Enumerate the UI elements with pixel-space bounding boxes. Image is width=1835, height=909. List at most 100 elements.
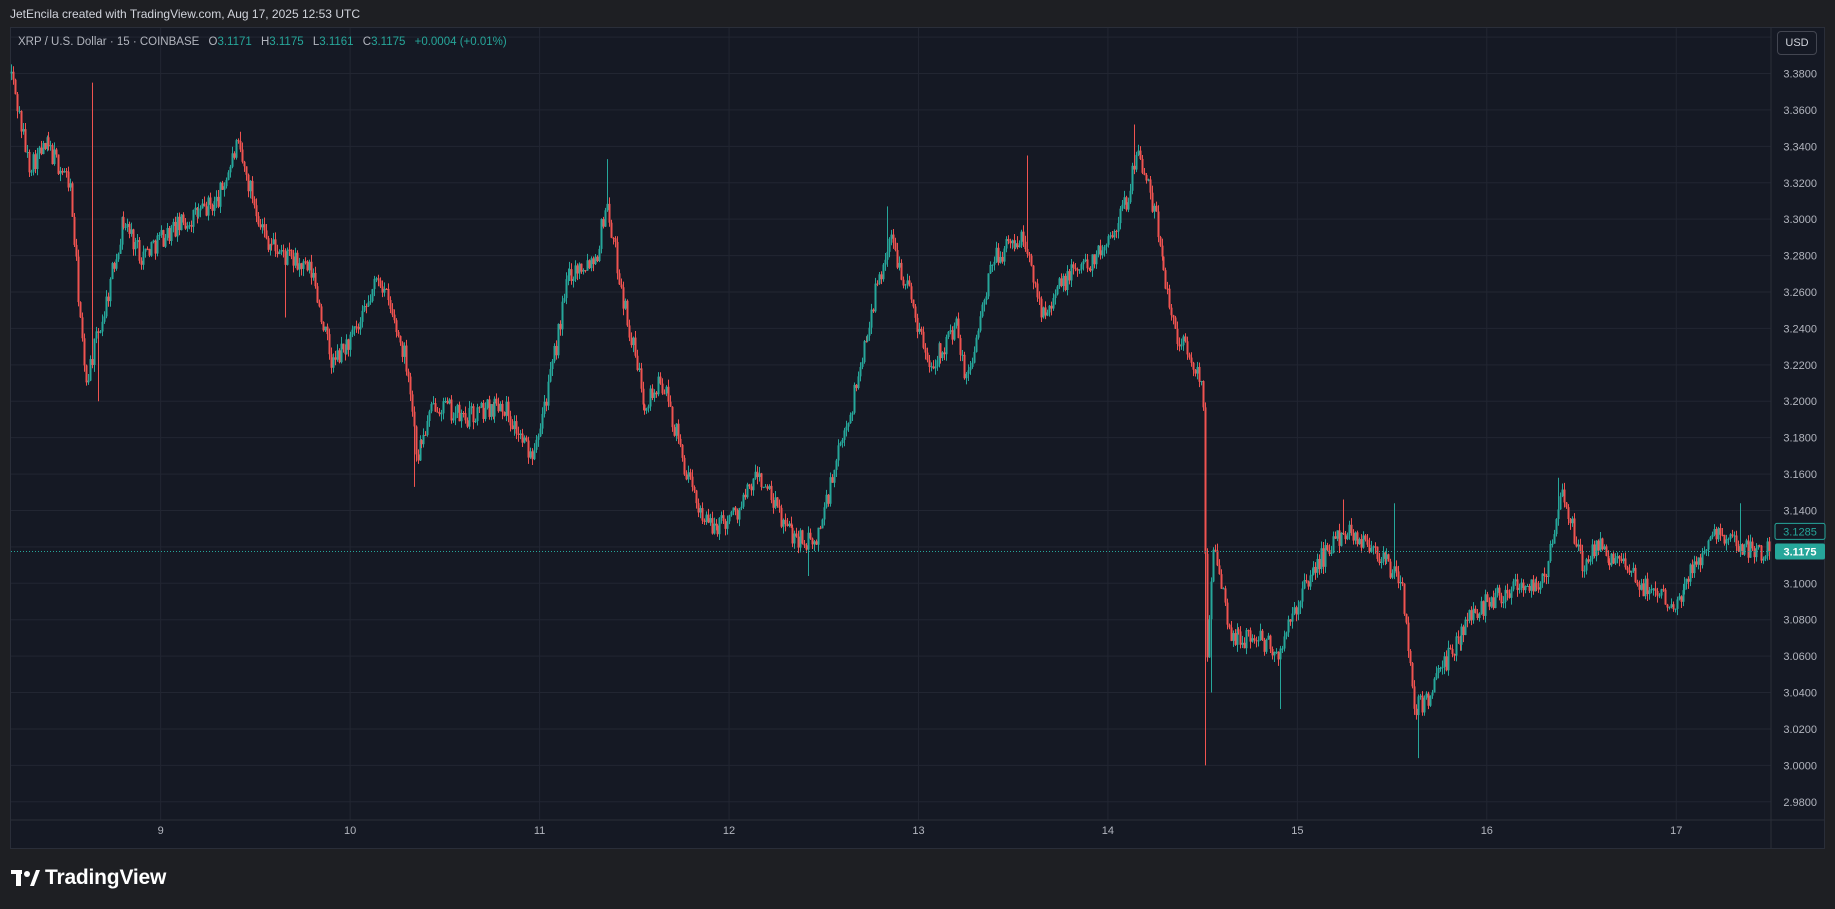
candle-body <box>237 140 240 142</box>
candle-body <box>1480 601 1483 614</box>
x-tick-label: 16 <box>1481 825 1493 837</box>
candle-body <box>178 216 181 231</box>
candle-body <box>1048 305 1051 313</box>
candle-body <box>1766 541 1769 557</box>
candle-body <box>278 252 281 255</box>
candle-body <box>602 219 605 227</box>
candle-body <box>1526 585 1529 587</box>
candle-body <box>870 309 873 328</box>
candle-body <box>1269 635 1272 650</box>
high-value: 3.1175 <box>269 36 304 48</box>
candle-body <box>312 272 315 278</box>
candle-body <box>99 331 102 333</box>
candle-body <box>1707 540 1710 550</box>
candle-body <box>1170 307 1173 316</box>
y-tick-label: 3.1000 <box>1783 578 1817 590</box>
candle-body <box>596 256 599 262</box>
tradingview-logo[interactable]: TradingView <box>11 866 166 890</box>
candle-body <box>1626 567 1629 571</box>
candle-body <box>638 368 641 370</box>
candle-body <box>172 221 175 227</box>
candle-body <box>1648 590 1651 595</box>
y-tick-label: 3.0000 <box>1783 760 1817 772</box>
candle-body <box>636 355 639 370</box>
candle-body <box>908 280 911 287</box>
candle-body <box>1514 579 1517 582</box>
candle-body <box>1121 204 1124 209</box>
candle-body <box>1018 245 1021 248</box>
candle-body <box>1228 624 1231 628</box>
candle-body <box>1539 583 1542 590</box>
candle-body <box>1279 648 1282 660</box>
candle-body <box>1713 528 1716 535</box>
candle-body <box>1198 366 1201 382</box>
candle-body <box>521 433 524 443</box>
candle-body <box>1380 561 1383 564</box>
candle-body <box>1194 369 1197 374</box>
candle-body <box>1415 708 1418 716</box>
candle-body <box>1727 538 1730 540</box>
candle-body <box>413 411 416 427</box>
candle-body <box>718 517 721 535</box>
candle-body <box>1350 524 1353 533</box>
candle-body <box>1417 696 1420 716</box>
candle-body <box>711 518 714 534</box>
candle-body <box>1332 536 1335 553</box>
candle-body <box>1638 585 1641 590</box>
candle-body <box>1666 604 1669 608</box>
currency-button[interactable]: USD <box>1777 31 1817 55</box>
candle-body <box>1103 246 1106 251</box>
y-tick-label: 3.3800 <box>1783 69 1817 81</box>
candle-body <box>537 436 540 440</box>
candle-body <box>999 256 1002 263</box>
candle-body <box>231 153 234 167</box>
candle-body <box>302 261 305 269</box>
candle-body <box>379 280 382 287</box>
candle-body <box>519 433 522 436</box>
candle-body <box>793 533 796 544</box>
candle-body <box>1011 240 1014 244</box>
candle-body <box>1005 239 1008 249</box>
candle-body <box>1147 179 1150 181</box>
candle-body <box>1585 559 1588 571</box>
candle-body <box>288 249 291 251</box>
candle-body <box>1326 545 1329 550</box>
candle-body <box>342 343 345 350</box>
candle-body <box>689 472 692 477</box>
candle-body <box>1062 275 1065 286</box>
candle-body <box>663 393 666 395</box>
candle-body <box>572 278 575 282</box>
candle-body <box>359 321 362 330</box>
candle-body <box>280 250 283 253</box>
candle-body <box>357 326 360 330</box>
candle-body <box>539 428 542 437</box>
candle-body <box>1078 269 1081 271</box>
candle-body <box>618 273 621 285</box>
candle-body <box>294 252 297 266</box>
candle-body <box>713 523 716 534</box>
candle-body <box>1016 243 1019 248</box>
x-tick-label: 11 <box>534 825 545 837</box>
candle-body <box>1532 579 1535 592</box>
candle-body <box>300 263 303 269</box>
candle-body <box>661 383 664 394</box>
candle-body <box>1074 267 1077 270</box>
candle-body <box>1709 537 1712 541</box>
candle-body <box>324 326 327 331</box>
candle-body <box>928 360 931 367</box>
price-chart[interactable]: 3.40003.38003.36003.34003.32003.30003.28… <box>0 0 1835 909</box>
candle-body <box>243 161 246 167</box>
candle-body <box>1764 556 1767 559</box>
candle-body <box>267 238 270 250</box>
candle-body <box>1226 602 1229 625</box>
candle-body <box>957 318 960 339</box>
candle-body <box>375 278 378 280</box>
candle-body <box>807 532 810 550</box>
candle-body <box>81 317 84 339</box>
candle-body <box>1508 593 1511 598</box>
candle-body <box>472 406 475 423</box>
candle-body <box>531 451 534 460</box>
candle-body <box>953 325 956 340</box>
candle-body <box>608 203 611 223</box>
candle-body <box>428 411 431 421</box>
